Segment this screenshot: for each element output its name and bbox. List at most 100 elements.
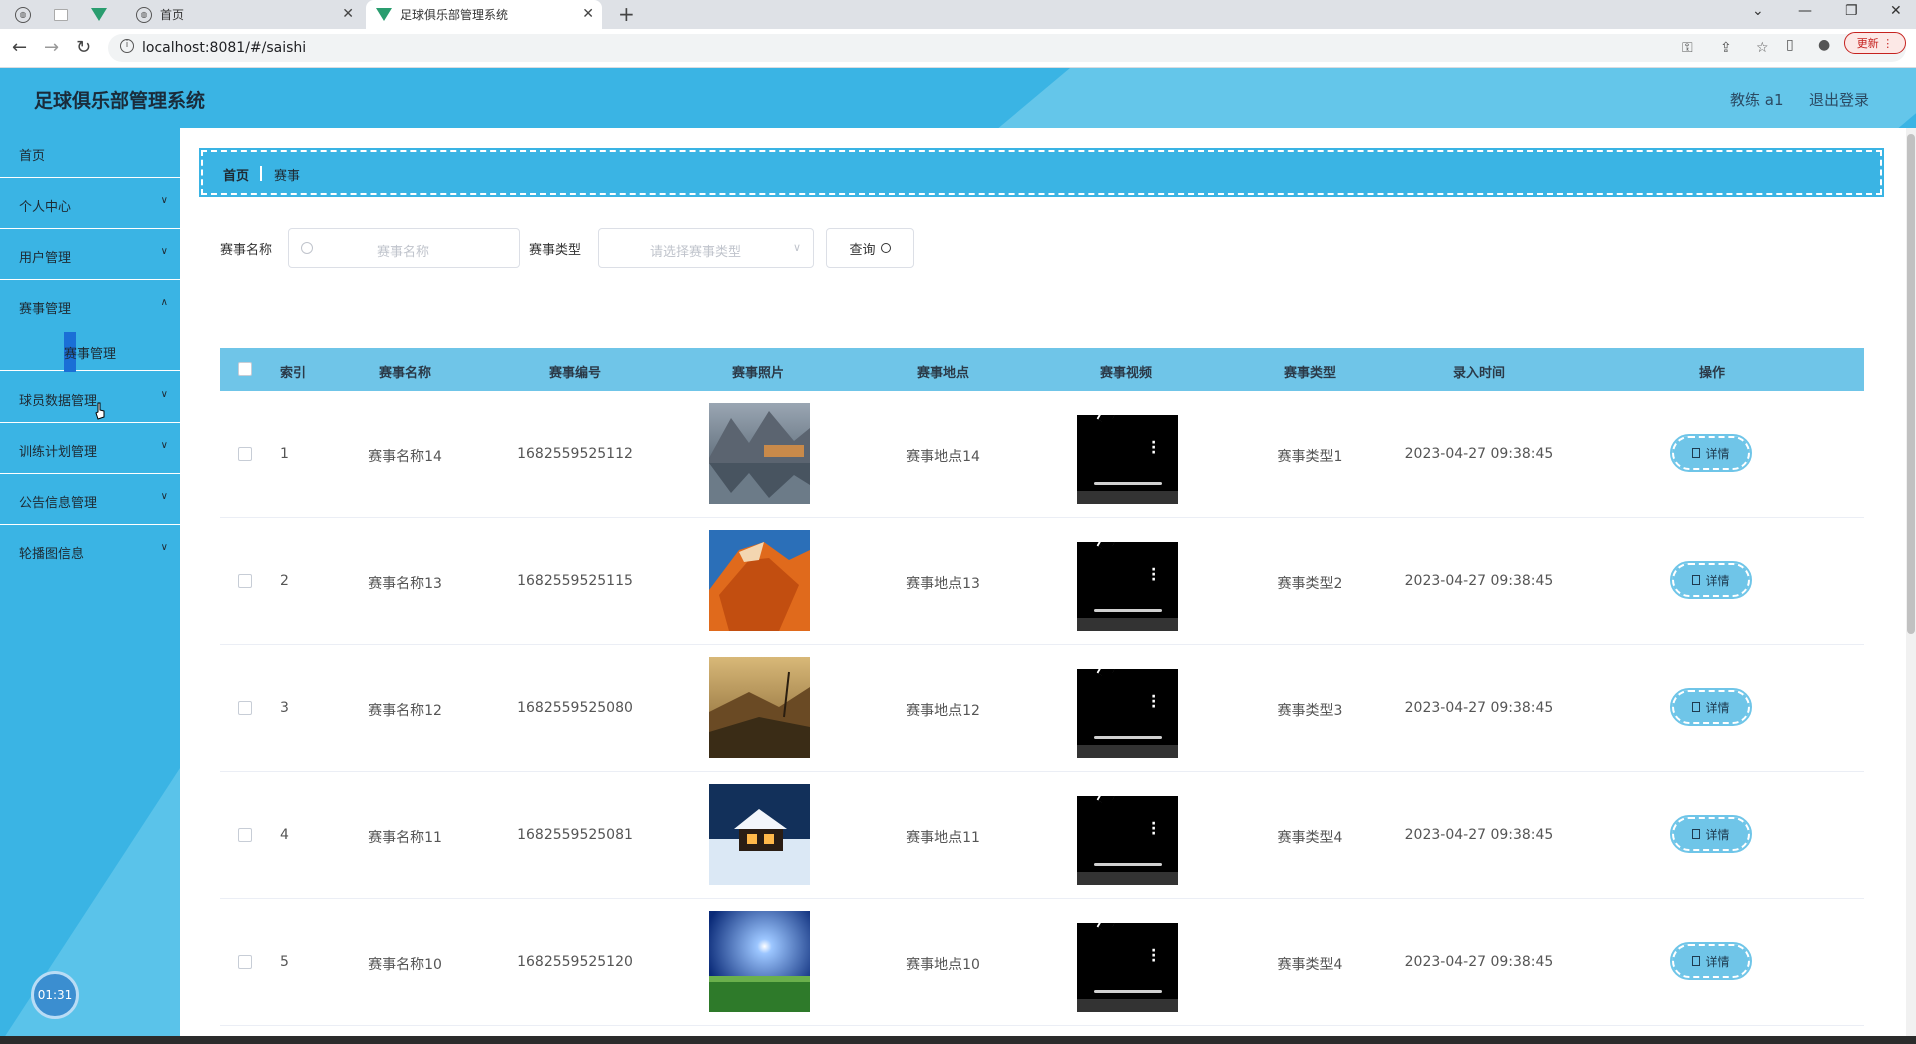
- select-all-checkbox[interactable]: [238, 362, 252, 376]
- sidebar-item-carousel[interactable]: 轮播图信息 ∨: [0, 526, 180, 576]
- scrollbar-thumb[interactable]: [1907, 134, 1915, 634]
- cell-location: 赛事地点14: [906, 449, 980, 465]
- chevron-up-icon: ∧: [160, 297, 168, 308]
- sidebar-item-player-data[interactable]: 球员数据管理 ∨: [0, 373, 180, 423]
- col-code[interactable]: 赛事编号: [549, 362, 601, 381]
- cell-index: 4: [280, 827, 289, 843]
- col-index[interactable]: 索引: [280, 362, 306, 381]
- cell-time: 2023-04-27 09:38:45: [1404, 827, 1554, 843]
- key-icon[interactable]: ⚿: [1682, 40, 1693, 56]
- more-icon: · · ·: [1151, 435, 1157, 461]
- detail-button[interactable]: 详情: [1670, 434, 1752, 472]
- globe-icon: ◍: [15, 6, 31, 23]
- profile-icon[interactable]: ●: [1818, 37, 1830, 53]
- info-icon[interactable]: i: [120, 39, 134, 53]
- row-checkbox[interactable]: [238, 955, 252, 969]
- forward-icon[interactable]: →: [44, 37, 59, 58]
- more-icon: · · ·: [1151, 562, 1157, 588]
- cell-location: 赛事地点10: [906, 957, 980, 973]
- cell-video[interactable]: · · ·: [1077, 784, 1178, 885]
- cell-photo[interactable]: [709, 403, 810, 504]
- logout-button[interactable]: 退出登录: [1809, 89, 1869, 110]
- sidebar-item-users[interactable]: 用户管理 ∨: [0, 230, 180, 280]
- chevron-down-icon: ∨: [160, 440, 168, 451]
- row-checkbox[interactable]: [238, 574, 252, 588]
- detail-label: 详情: [1705, 700, 1730, 715]
- video-progress: [1094, 736, 1162, 739]
- restore-icon[interactable]: ❐: [1845, 3, 1858, 19]
- col-location[interactable]: 赛事地点: [917, 362, 969, 381]
- minimize-icon[interactable]: —: [1798, 3, 1812, 19]
- clock-badge[interactable]: 01:31: [31, 971, 79, 1019]
- row-checkbox[interactable]: [238, 447, 252, 461]
- new-tab-icon[interactable]: +: [618, 2, 635, 26]
- update-button[interactable]: 更新 ⋮: [1844, 32, 1906, 54]
- more-icon: · · ·: [1151, 943, 1157, 969]
- chevron-down-icon: ∨: [792, 241, 801, 254]
- cell-code: 1682559525081: [517, 827, 633, 843]
- sidebar-item-profile[interactable]: 个人中心 ∨: [0, 179, 180, 229]
- cell-video[interactable]: · · ·: [1077, 530, 1178, 631]
- document-icon: [1692, 448, 1701, 458]
- tab-active[interactable]: 足球俱乐部管理系统 ✕: [366, 0, 602, 29]
- vue-icon: [91, 8, 107, 21]
- cell-video[interactable]: · · ·: [1077, 657, 1178, 758]
- row-checkbox[interactable]: [238, 701, 252, 715]
- table-row: 4 赛事名称11 1682559525081 赛事地点11 · · · 赛事类型4 2023-0…: [220, 772, 1864, 899]
- cell-code: 1682559525080: [517, 700, 633, 716]
- page-scrollbar[interactable]: [1906, 128, 1916, 1044]
- tab-home[interactable]: ◍ 首页 ✕: [126, 0, 362, 29]
- address-bar[interactable]: i localhost:8081/#/saishi ⚿ ⇪ ☆: [108, 34, 1906, 62]
- col-type[interactable]: 赛事类型: [1284, 362, 1336, 381]
- breadcrumb-home[interactable]: 首页: [223, 165, 249, 184]
- cell-photo[interactable]: [709, 530, 810, 631]
- type-select[interactable]: 请选择赛事类型 ∨: [598, 228, 814, 268]
- url-text: localhost:8081/#/saishi: [142, 40, 307, 56]
- name-search-input[interactable]: 赛事名称: [288, 228, 520, 268]
- sidebar-item-training[interactable]: 训练计划管理 ∨: [0, 424, 180, 474]
- detail-label: 详情: [1705, 573, 1730, 588]
- sidebar-subitem-match-manage[interactable]: 赛事管理: [0, 329, 180, 372]
- close-icon[interactable]: ✕: [342, 6, 354, 22]
- pinned-tab-1[interactable]: ◍: [10, 0, 44, 29]
- close-icon[interactable]: ✕: [582, 6, 594, 22]
- hand-cursor-icon: [95, 402, 105, 420]
- col-time[interactable]: 录入时间: [1453, 362, 1505, 381]
- sidebar-item-notices[interactable]: 公告信息管理 ∨: [0, 475, 180, 525]
- window-close-icon[interactable]: ✕: [1890, 3, 1902, 19]
- cell-name: 赛事名称13: [368, 576, 442, 592]
- detail-button[interactable]: 详情: [1670, 815, 1752, 853]
- detail-button[interactable]: 详情: [1670, 688, 1752, 726]
- table-row: 2 赛事名称13 1682559525115 赛事地点13 · · · 赛事类型2 2023-0…: [220, 518, 1864, 645]
- sidebar-item-home[interactable]: 首页: [0, 128, 180, 178]
- star-icon[interactable]: ☆: [1756, 40, 1769, 56]
- reload-icon[interactable]: ↻: [76, 37, 91, 58]
- row-checkbox[interactable]: [238, 828, 252, 842]
- cell-location: 赛事地点13: [906, 576, 980, 592]
- query-button[interactable]: 查询: [826, 228, 914, 268]
- tab-search-icon[interactable]: ⌄: [1752, 3, 1764, 19]
- name-search-placeholder: 赛事名称: [377, 245, 430, 260]
- cell-index: 2: [280, 573, 289, 589]
- col-video[interactable]: 赛事视频: [1100, 362, 1152, 381]
- cell-photo[interactable]: [709, 784, 810, 885]
- pinned-tab-2[interactable]: [48, 0, 82, 29]
- more-icon: · · ·: [1151, 689, 1157, 715]
- cell-time: 2023-04-27 09:38:45: [1404, 700, 1554, 716]
- table-row: 5 赛事名称10 1682559525120 赛事地点10 · · · 赛事类型4 2023-0…: [220, 899, 1864, 1026]
- cell-video[interactable]: · · ·: [1077, 911, 1178, 1012]
- sidepanel-icon[interactable]: ▯: [1786, 37, 1794, 53]
- sidebar-item-matches[interactable]: 赛事管理 ∧: [0, 281, 180, 331]
- cell-video[interactable]: · · ·: [1077, 403, 1178, 504]
- cell-photo[interactable]: [709, 911, 810, 1012]
- cell-photo[interactable]: [709, 657, 810, 758]
- detail-button[interactable]: 详情: [1670, 561, 1752, 599]
- share-icon[interactable]: ⇪: [1720, 40, 1732, 56]
- pinned-tab-3[interactable]: [86, 0, 120, 29]
- col-photo[interactable]: 赛事照片: [732, 362, 784, 381]
- col-name[interactable]: 赛事名称: [379, 362, 431, 381]
- user-info: 教练 a1: [1730, 91, 1784, 109]
- detail-button[interactable]: 详情: [1670, 942, 1752, 980]
- chevron-down-icon: ∨: [160, 542, 168, 553]
- back-icon[interactable]: ←: [12, 37, 27, 58]
